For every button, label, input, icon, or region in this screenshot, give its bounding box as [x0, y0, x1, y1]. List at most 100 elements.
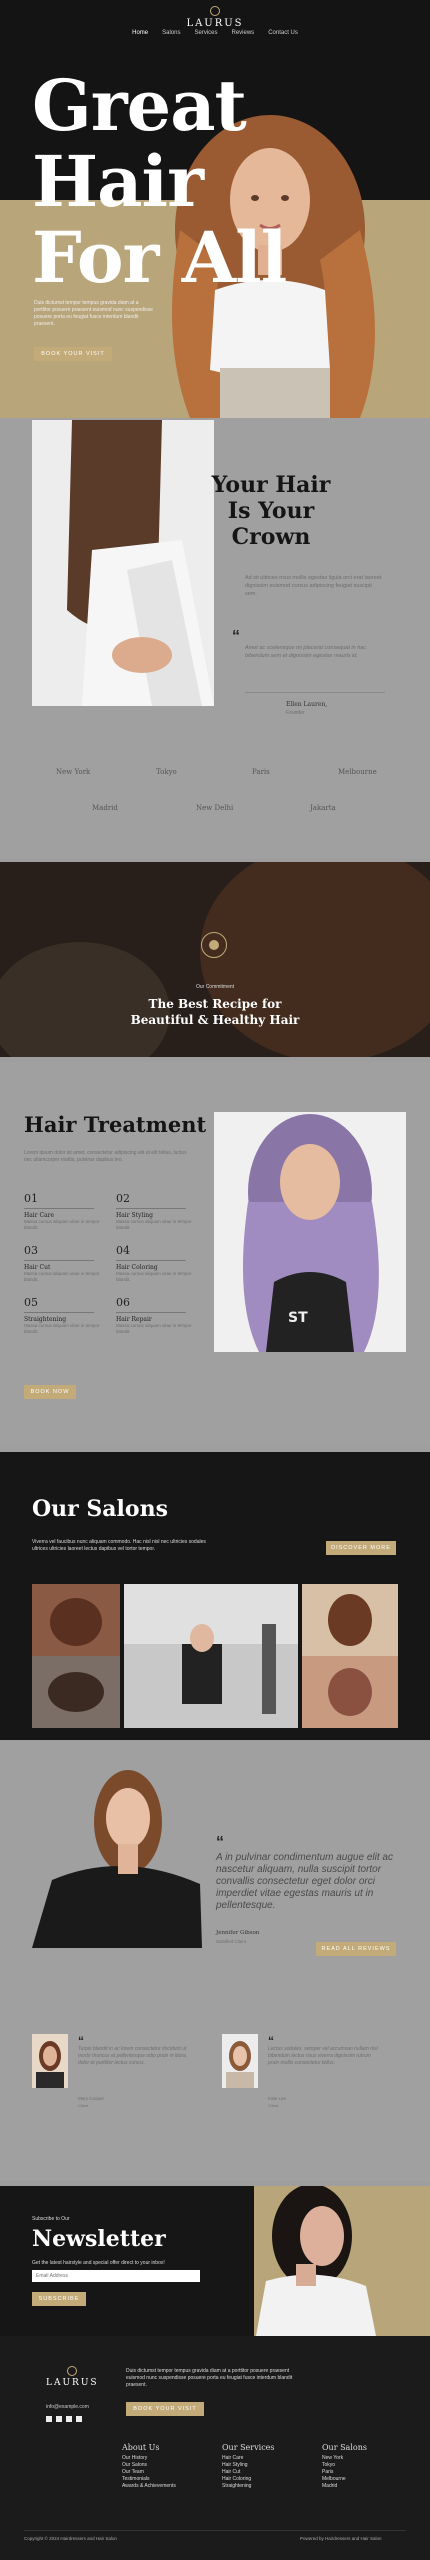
hero-title-line1: Great — [32, 64, 247, 147]
divider — [116, 1208, 186, 1209]
treatment-number: 04 — [116, 1244, 130, 1257]
city-name: Tokyo — [156, 768, 177, 776]
treatment-number: 05 — [24, 1296, 38, 1309]
treatment-desc: Massa cursus aliquam vitae in tempor bla… — [116, 1323, 192, 1334]
crown-section: Your Hair Is Your Crown Ad sit ultrices … — [0, 418, 430, 858]
treatment-number: 02 — [116, 1192, 130, 1205]
footer-link[interactable]: Awards & Achievements — [122, 2483, 182, 2490]
salons-gallery — [32, 1584, 398, 1728]
crown-text: Ad sit ultrices risus mollis egestas lig… — [245, 575, 382, 597]
nav-item-reviews[interactable]: Reviews — [232, 30, 255, 36]
treatment-name: Straightening — [24, 1316, 67, 1323]
nav-item-contact[interactable]: Contact Us — [268, 30, 298, 36]
treatment-item[interactable]: 03 Hair Cut Massa cursus aliquam vitae i… — [24, 1244, 104, 1283]
logo-icon — [210, 6, 220, 16]
review-author-role: Satisfied Client — [216, 1939, 247, 1944]
footer-email[interactable]: info@example.com — [46, 2404, 89, 2410]
footer-col-title: Our Salons — [322, 2443, 367, 2452]
treatment-number: 03 — [24, 1244, 38, 1257]
footer-link[interactable]: Tokyo — [322, 2462, 382, 2469]
treatment-model-image: ST — [214, 1112, 406, 1352]
nav-item-salons[interactable]: Salons — [162, 30, 180, 36]
footer-link[interactable]: Melbourne — [322, 2476, 382, 2483]
salons-text: Viverra vel faucibus nunc aliquam commod… — [32, 1539, 206, 1552]
treatment-text: Lorem ipsum dolor sit amet, consectetur … — [24, 1150, 187, 1163]
treatment-desc: Massa cursus aliquam vitae in tempor bla… — [24, 1219, 100, 1230]
review-small-quote: Lectus sodales, semper vel accumsan null… — [268, 2046, 378, 2066]
hero-section: LAURUS Home Salons Services Reviews Cont… — [0, 0, 430, 418]
treatment-number: 06 — [116, 1296, 130, 1309]
footer-link[interactable]: Our Salons — [122, 2462, 182, 2469]
crown-quote: Amet ac scelerisque mi placerat consequa… — [245, 645, 367, 659]
footer-text: Duis dictumst tempor tempus gravida diam… — [126, 2368, 293, 2388]
nav-item-home[interactable]: Home — [132, 30, 148, 36]
footer-link[interactable]: New York — [322, 2455, 382, 2462]
quote-icon: “ — [216, 1834, 224, 1851]
divider — [24, 1312, 94, 1313]
crown-title-line1: Your Hair — [211, 472, 331, 498]
reviewer-name: Kate Lee — [268, 2096, 287, 2101]
review-author: Jennifer Gibson — [216, 1930, 260, 1936]
footer-logo[interactable]: LAURUS — [46, 2366, 99, 2388]
footer-link[interactable]: Our History — [122, 2455, 182, 2462]
main-nav: Home Salons Services Reviews Contact Us — [0, 30, 430, 36]
divider — [24, 1208, 94, 1209]
brand-name: LAURUS — [186, 18, 244, 29]
treatment-name: Hair Repair — [116, 1316, 152, 1323]
youtube-icon[interactable] — [66, 2416, 72, 2422]
footer-link[interactable]: Paris — [322, 2469, 382, 2476]
city-name: New York — [56, 768, 91, 776]
powered-by: Powered by Hairdressers and Hair Salon — [300, 2536, 382, 2541]
divider — [24, 2530, 406, 2531]
footer-col-title: Our Services — [222, 2443, 275, 2452]
treatment-title: Hair Treatment — [24, 1112, 207, 1137]
footer-link[interactable]: Hair Cut — [222, 2469, 282, 2476]
divider — [116, 1312, 186, 1313]
logo[interactable]: LAURUS — [0, 6, 430, 29]
treatment-desc: Massa cursus aliquam vitae in tempor bla… — [116, 1219, 192, 1230]
hero-title: Great Hair For All — [32, 64, 287, 296]
review-card: “ Turpis blandit in ac lorem consectetur… — [32, 2034, 212, 2108]
recipe-title-line2: Beautiful & Healthy Hair — [130, 1013, 300, 1027]
salons-title: Our Salons — [32, 1496, 168, 1522]
treatment-item[interactable]: 02 Hair Styling Massa cursus aliquam vit… — [116, 1192, 196, 1231]
footer-col-salons: Our Salons New York Tokyo Paris Melbourn… — [322, 2444, 382, 2490]
divider — [24, 1260, 94, 1261]
treatment-item[interactable]: 04 Hair Coloring Massa cursus aliquam vi… — [116, 1244, 196, 1283]
recipe-section: Our Commitment The Best Recipe for Beaut… — [0, 862, 430, 1057]
newsletter-email-input[interactable] — [32, 2270, 200, 2282]
footer-link[interactable]: Testimonials — [122, 2476, 182, 2483]
instagram-icon[interactable] — [76, 2416, 82, 2422]
footer-link[interactable]: Hair Styling — [222, 2462, 282, 2469]
footer-link[interactable]: Hair Care — [222, 2455, 282, 2462]
subscribe-button[interactable]: Subscribe — [32, 2292, 86, 2306]
treatment-book-button[interactable]: Book Now — [24, 1385, 76, 1399]
reviewer-avatar — [222, 2034, 258, 2088]
treatment-name: Hair Styling — [116, 1212, 153, 1219]
hero-title-line2: Hair — [32, 140, 204, 223]
twitter-icon[interactable] — [56, 2416, 62, 2422]
reviewer-role: Client — [268, 2103, 279, 2108]
nav-item-services[interactable]: Services — [194, 30, 217, 36]
read-reviews-button[interactable]: Read All Reviews — [316, 1942, 396, 1956]
reviews-section: “ A in pulvinar condimentum augue elit a… — [0, 1742, 430, 2182]
salons-discover-button[interactable]: Discover More — [326, 1541, 396, 1555]
crown-model-image — [32, 420, 214, 706]
hero-book-button[interactable]: Book Your Visit — [34, 347, 112, 361]
city-name: Madrid — [92, 804, 118, 812]
footer-link[interactable]: Hair Coloring — [222, 2476, 282, 2483]
facebook-icon[interactable] — [46, 2416, 52, 2422]
treatment-item[interactable]: 01 Hair Care Massa cursus aliquam vitae … — [24, 1192, 104, 1231]
review-card: “ Lectus sodales, semper vel accumsan nu… — [222, 2034, 402, 2108]
treatment-item[interactable]: 05 Straightening Massa cursus aliquam vi… — [24, 1296, 104, 1335]
play-button[interactable] — [201, 932, 227, 958]
footer-link[interactable]: Straightening — [222, 2483, 282, 2490]
footer-link[interactable]: Madrid — [322, 2483, 382, 2490]
svg-text:ST: ST — [288, 1310, 308, 1326]
treatment-desc: Massa cursus aliquam vitae in tempor bla… — [116, 1271, 192, 1282]
footer-link[interactable]: Our Team — [122, 2469, 182, 2476]
footer-book-button[interactable]: Book Your Visit — [126, 2402, 204, 2416]
treatment-item[interactable]: 06 Hair Repair Massa cursus aliquam vita… — [116, 1296, 196, 1335]
review-small-quote: Turpis blandit in ac lorem consectetur t… — [78, 2046, 188, 2066]
newsletter-eyebrow: Subscribe to Our — [32, 2216, 70, 2222]
